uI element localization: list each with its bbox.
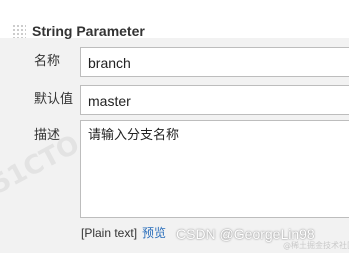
default-value-label: 默认值 [34,92,74,107]
format-indicator: [Plain text] [81,226,138,240]
csdn-watermark: CSDN @GeorgeLin98 [176,226,315,242]
name-input[interactable]: branch [80,47,349,77]
parameter-title: String Parameter [32,23,145,39]
default-value-input[interactable]: master [80,85,349,115]
drag-handle-icon[interactable] [12,24,26,38]
description-textarea[interactable]: 请输入分支名称 [80,120,349,218]
string-parameter-panel: String Parameter 51CTO 名称 branch 默认值 mas… [0,0,349,253]
preview-link[interactable]: 预览 [142,225,166,241]
name-label: 名称 [34,54,61,69]
community-watermark: @稀土掘金技术社区 [283,241,349,250]
parameter-header: String Parameter [0,0,349,39]
description-label: 描述 [34,128,61,143]
